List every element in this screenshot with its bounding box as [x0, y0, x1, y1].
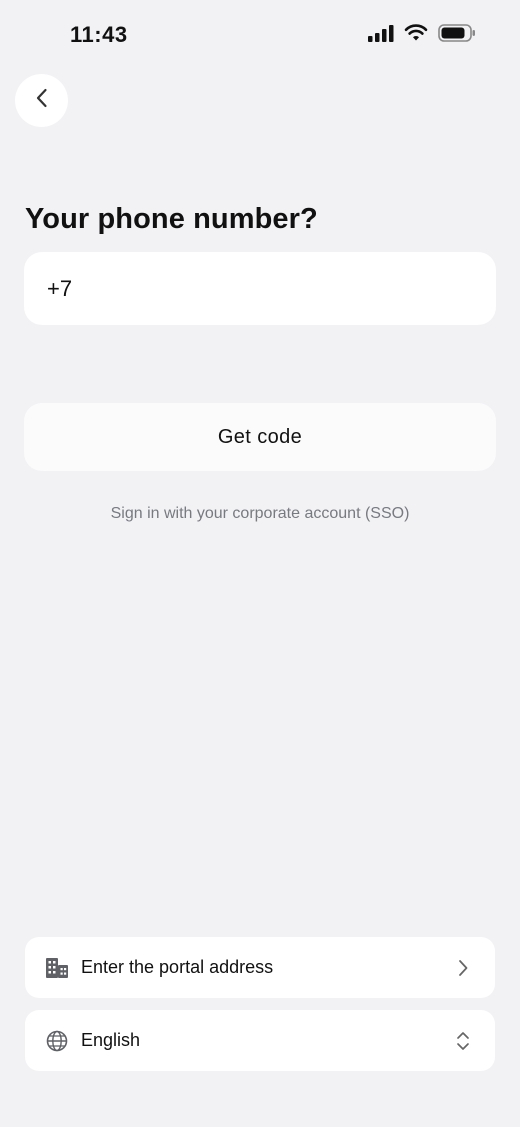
language-label: English — [81, 1030, 141, 1050]
chevron-up-down-icon — [453, 1029, 473, 1053]
language-selector-row[interactable]: English — [25, 1010, 495, 1071]
building-icon — [45, 956, 69, 980]
get-code-button[interactable]: Get code — [24, 403, 496, 471]
chevron-right-icon — [453, 956, 473, 980]
portal-address-row[interactable]: Enter the portal address — [25, 937, 495, 998]
cellular-signal-icon — [368, 24, 394, 42]
phone-number-input[interactable] — [24, 252, 496, 325]
get-code-label: Get code — [217, 425, 303, 448]
globe-icon — [45, 1029, 69, 1053]
back-button[interactable] — [15, 74, 68, 127]
status-bar: 11:43 — [0, 0, 520, 70]
login-screen: 11:43 Your phone number? +7 Get code Sig… — [0, 0, 520, 1127]
sso-sign-in-link[interactable]: Sign in with your corporate account (SSO… — [0, 505, 520, 523]
status-icons — [368, 24, 476, 42]
battery-icon — [438, 24, 476, 42]
wifi-icon — [404, 24, 428, 42]
page-title: Your phone number? — [25, 203, 318, 235]
status-time: 11:43 — [70, 22, 128, 47]
chevron-left-icon — [34, 86, 50, 115]
portal-address-label: Enter the portal address — [81, 957, 274, 977]
